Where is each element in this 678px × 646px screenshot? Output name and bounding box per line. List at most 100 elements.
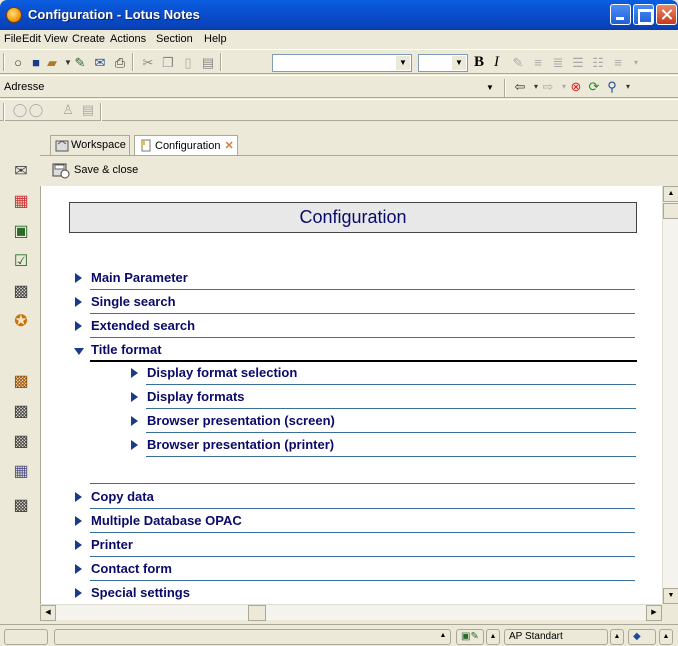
subsection-display-formats[interactable]: Display formats	[131, 387, 636, 409]
edit-icon[interactable]: ✎	[72, 55, 88, 71]
location-selector[interactable]: AP Standart	[504, 629, 608, 645]
vertical-scroll-thumb[interactable]	[663, 203, 678, 219]
chevron-down-icon[interactable]: ▼	[483, 81, 497, 95]
menu-actions[interactable]: Actions	[110, 33, 146, 45]
status-message-area[interactable]	[54, 629, 451, 645]
databases-folder-icon[interactable]: ▩	[10, 401, 32, 423]
window-title: Configuration - Lotus Notes	[28, 7, 200, 22]
subsection-display-format-selection[interactable]: Display format selection	[131, 363, 636, 385]
tab-configuration[interactable]: Configuration ✕	[134, 135, 238, 156]
tab-workspace[interactable]: Workspace	[50, 135, 130, 155]
forward-arrow-icon[interactable]: ⇨	[540, 79, 556, 95]
menu-help[interactable]: Help	[204, 33, 227, 45]
bold-button[interactable]: B	[474, 54, 484, 71]
minimize-button[interactable]	[610, 4, 631, 25]
more-bookmarks-icon[interactable]: ▩	[10, 495, 32, 517]
menu-edit[interactable]: Edit	[22, 33, 41, 45]
lotus-notes-app-icon[interactable]	[6, 7, 22, 23]
save-close-button[interactable]: Save & close	[50, 162, 142, 182]
close-tab-icon[interactable]: ✕	[224, 140, 233, 152]
section-contact-form[interactable]: Contact form	[75, 559, 635, 581]
close-window-button[interactable]	[656, 4, 677, 25]
section-printer[interactable]: Printer	[75, 535, 635, 557]
indent-icon[interactable]: ≡	[610, 55, 626, 71]
section-copy-data[interactable]: Copy data	[75, 487, 635, 509]
maximize-button[interactable]	[633, 4, 654, 25]
folder-icon[interactable]: ▰	[44, 55, 60, 71]
scroll-right-icon[interactable]: ▶	[646, 605, 662, 621]
scroll-left-icon[interactable]: ◀	[40, 605, 56, 621]
section-title-format[interactable]: Title format	[74, 340, 637, 362]
history-folder-icon[interactable]: ▩	[10, 431, 32, 453]
menu-file[interactable]: File	[4, 33, 22, 45]
section-divider	[146, 456, 636, 457]
horizontal-scrollbar[interactable]: ◀ ▶	[40, 604, 662, 621]
search-icon[interactable]: ⚲	[604, 79, 620, 95]
bullet-list-icon[interactable]: ☰	[570, 55, 586, 71]
address-dropdown[interactable]: ▼	[482, 80, 498, 98]
cut-icon[interactable]: ✂	[140, 55, 156, 71]
chat-icon[interactable]: ◯	[12, 102, 28, 118]
mail-icon[interactable]: ✉	[10, 161, 32, 183]
clipboard-icon[interactable]: ▯	[180, 55, 196, 71]
italic-button[interactable]: I	[494, 54, 499, 71]
section-special-settings[interactable]: Special settings	[75, 583, 635, 604]
subsection-browser-screen[interactable]: Browser presentation (screen)	[131, 411, 636, 433]
chevron-up-icon[interactable]: ▲	[610, 629, 624, 645]
action-bar: Save & close	[40, 155, 678, 185]
chevron-up-icon[interactable]: ▲	[486, 629, 500, 645]
copy-icon[interactable]: ❐	[160, 55, 176, 71]
contacts-icon[interactable]: ▣	[10, 221, 32, 243]
toolbar-separator	[3, 53, 5, 71]
online-status-icon[interactable]: ▣✎	[456, 629, 484, 645]
horizontal-scroll-thumb[interactable]	[248, 605, 266, 621]
highlighter-icon[interactable]: ✎	[510, 55, 526, 71]
menu-section[interactable]: Section	[156, 33, 193, 45]
address-field[interactable]	[56, 79, 498, 96]
numbered-list-icon[interactable]: ☷	[590, 55, 606, 71]
chevron-down-icon[interactable]: ▾	[628, 55, 644, 71]
open-icon[interactable]: ○	[10, 55, 26, 71]
expand-triangle-icon	[131, 416, 138, 426]
menu-view[interactable]: View	[44, 33, 68, 45]
replication-icon[interactable]: ◆	[628, 629, 656, 645]
scroll-down-icon[interactable]: ▼	[663, 588, 678, 604]
back-arrow-icon[interactable]: ⇦	[512, 79, 528, 95]
chevron-down-icon[interactable]: ▼	[452, 56, 466, 70]
calendar-icon[interactable]: ▦	[10, 191, 32, 213]
section-multiple-database-opac[interactable]: Multiple Database OPAC	[75, 511, 635, 533]
links-icon[interactable]: ▦	[10, 461, 32, 483]
send-mail-icon[interactable]: ✉	[92, 55, 108, 71]
section-main-parameter[interactable]: Main Parameter	[75, 268, 635, 290]
save-icon[interactable]: ■	[28, 55, 44, 71]
person-icon[interactable]: ♙	[60, 102, 76, 118]
vertical-scrollbar[interactable]: ▲ ▼	[662, 186, 678, 604]
section-single-search[interactable]: Single search	[75, 292, 635, 314]
section-extended-search[interactable]: Extended search	[75, 316, 635, 338]
chevron-up-icon[interactable]: ▲	[436, 629, 450, 645]
subsection-browser-printer[interactable]: Browser presentation (printer)	[131, 435, 636, 457]
todo-icon[interactable]: ☑	[10, 251, 32, 273]
chevron-up-icon[interactable]: ▲	[659, 629, 673, 645]
font-size-combo[interactable]: ▼	[418, 54, 468, 72]
align-center-icon[interactable]: ≣	[550, 55, 566, 71]
style-combo[interactable]: ▼	[272, 54, 412, 72]
document-icon[interactable]: ▤	[80, 102, 96, 118]
page-title: Configuration	[69, 202, 637, 233]
scroll-up-icon[interactable]: ▲	[663, 186, 678, 202]
paste-icon[interactable]: ▤	[200, 55, 216, 71]
menu-create[interactable]: Create	[72, 33, 105, 45]
replicator-icon[interactable]: ▩	[10, 281, 32, 303]
chat-group-icon[interactable]: ◯	[28, 102, 44, 118]
chevron-down-icon[interactable]: ▾	[620, 79, 636, 95]
chevron-down-icon[interactable]: ▼	[396, 56, 410, 70]
stop-icon[interactable]: ⊗	[568, 79, 584, 95]
print-icon[interactable]: ⎙	[112, 55, 128, 71]
title-bar: Configuration - Lotus Notes	[0, 0, 678, 30]
align-left-icon[interactable]: ≡	[530, 55, 546, 71]
bookmarks-folder-icon[interactable]: ▩	[10, 371, 32, 393]
favorites-icon[interactable]: ✪	[10, 311, 32, 333]
refresh-icon[interactable]: ⟳	[586, 79, 602, 95]
section-divider	[146, 432, 636, 433]
status-indicator[interactable]	[4, 629, 48, 645]
